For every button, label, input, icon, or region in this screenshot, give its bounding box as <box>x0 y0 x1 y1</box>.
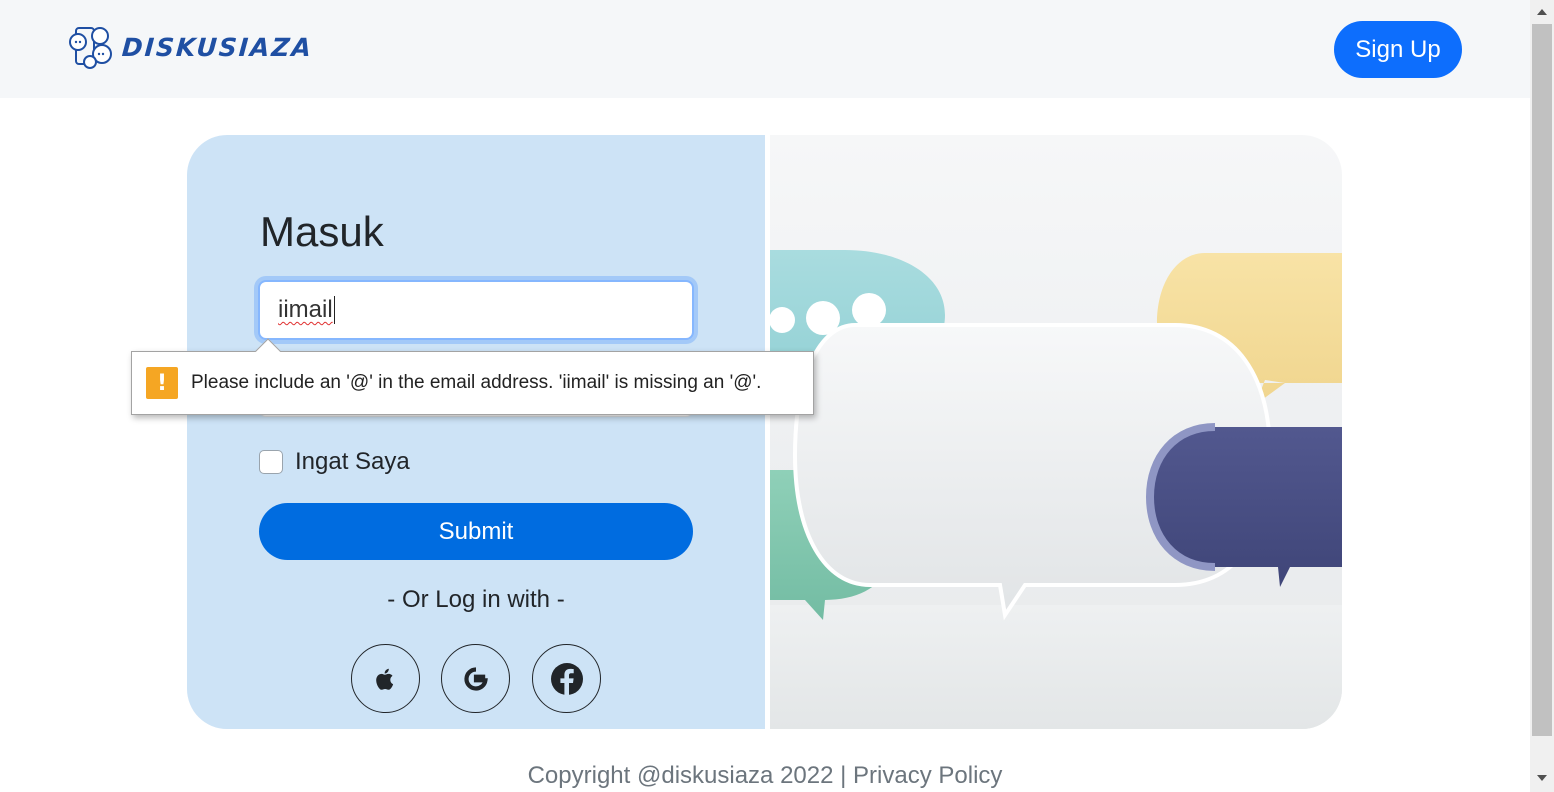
signup-button[interactable]: Sign Up <box>1334 21 1462 78</box>
scroll-up-arrow-icon[interactable] <box>1530 0 1554 24</box>
page: DISKUSIAZA Sign Up Masuk iimail Ingat Sa… <box>0 0 1554 792</box>
facebook-login-button[interactable] <box>532 644 601 713</box>
copyright-text: Copyright @diskusiaza 2022 <box>527 762 834 789</box>
remember-me-label[interactable]: Ingat Saya <box>295 448 410 476</box>
login-form-panel: Masuk iimail Ingat Saya Submit - Or Log … <box>187 135 765 729</box>
text-caret <box>333 296 335 324</box>
facebook-icon <box>550 662 583 696</box>
brand-name: DISKUSIAZA <box>120 32 314 62</box>
apple-login-button[interactable] <box>351 644 420 713</box>
social-login-divider: - Or Log in with - <box>387 586 565 613</box>
privacy-policy-link[interactable]: Privacy Policy <box>853 762 1002 789</box>
email-field-value: iimail <box>278 296 333 323</box>
submit-button[interactable]: Submit <box>259 503 693 560</box>
email-validation-tooltip: ! Please include an '@' in the email add… <box>131 338 814 415</box>
scrollbar-thumb[interactable] <box>1532 24 1552 736</box>
brand-logo[interactable]: DISKUSIAZA <box>68 24 314 70</box>
warning-icon: ! <box>146 367 178 399</box>
validation-message: Please include an '@' in the email addre… <box>191 372 762 393</box>
chat-bubbles-illustration <box>765 250 1342 729</box>
remember-me[interactable]: Ingat Saya <box>259 448 410 476</box>
chat-illustration-panel <box>765 135 1342 729</box>
login-card: Masuk iimail Ingat Saya Submit - Or Log … <box>187 135 1342 729</box>
footer: Copyright @diskusiaza 2022 | Privacy Pol… <box>0 762 1530 790</box>
remember-me-checkbox[interactable] <box>259 450 283 474</box>
google-login-button[interactable] <box>441 644 510 713</box>
apple-icon <box>375 668 393 690</box>
email-field[interactable]: iimail <box>258 280 694 340</box>
vertical-scrollbar[interactable] <box>1530 0 1554 792</box>
panel-divider <box>765 135 770 729</box>
navbar: DISKUSIAZA Sign Up <box>0 0 1530 98</box>
chat-bubbles-logo-icon <box>69 27 112 69</box>
footer-separator: | <box>840 762 847 789</box>
google-icon <box>463 666 488 691</box>
login-title: Masuk <box>260 208 384 255</box>
scroll-down-arrow-icon[interactable] <box>1530 766 1554 790</box>
